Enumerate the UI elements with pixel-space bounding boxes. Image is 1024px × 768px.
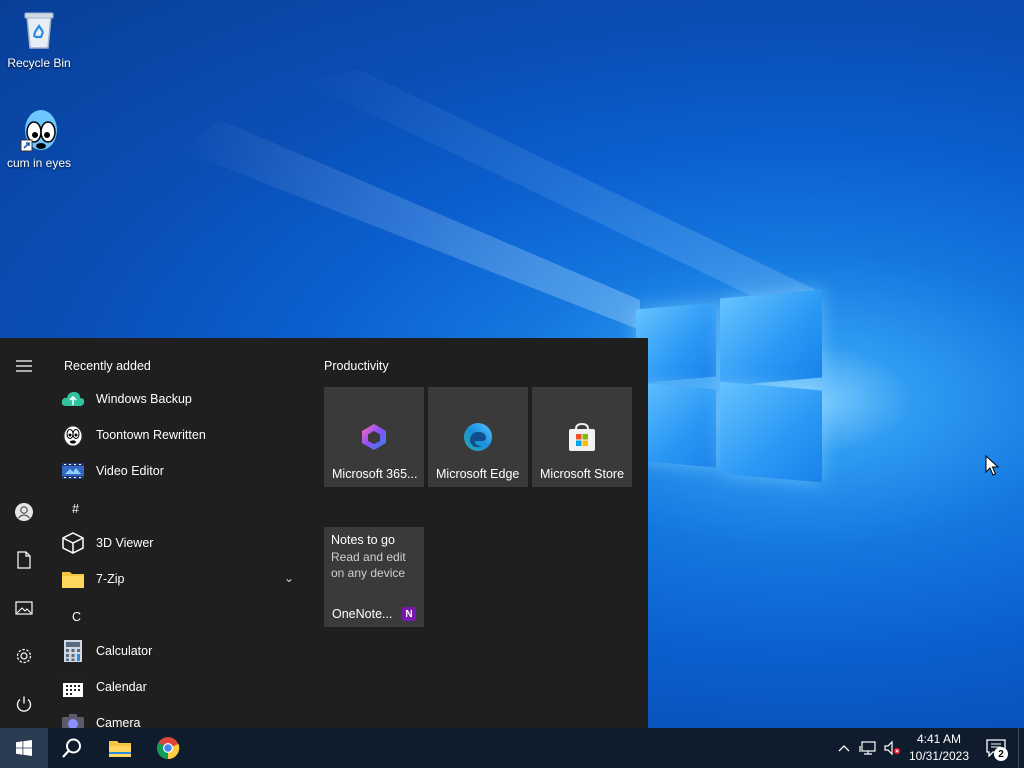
tile-label: Microsoft 365... — [332, 467, 418, 481]
windows-backup-icon — [60, 386, 86, 412]
show-desktop-button[interactable] — [1018, 728, 1024, 768]
pictures-icon[interactable] — [0, 588, 48, 628]
recently-added-header: Recently added — [64, 359, 151, 373]
recycle-bin-icon — [17, 8, 61, 52]
onenote-tile-title: Notes to go — [331, 533, 395, 547]
start-rail — [0, 338, 48, 728]
user-icon[interactable] — [0, 492, 48, 532]
notification-count-badge: 2 — [994, 747, 1008, 761]
microsoft-365-icon — [358, 421, 390, 453]
file-explorer-icon — [109, 741, 131, 757]
section-letter-hash[interactable]: # — [72, 502, 79, 516]
onenote-tile-subtitle: Read and edit on any device — [331, 550, 406, 580]
app-label: 7-Zip — [96, 572, 125, 586]
tile-microsoft-365[interactable]: Microsoft 365... — [324, 387, 424, 487]
search-icon — [62, 738, 81, 758]
video-editor-icon — [60, 458, 86, 484]
network-icon[interactable] — [856, 728, 880, 768]
desktop-icon-shortcut[interactable]: cum in eyes — [1, 108, 77, 170]
app-label: Calendar — [96, 680, 147, 694]
desktop-icon-label: Recycle Bin — [7, 56, 71, 70]
app-label: 3D Viewer — [96, 536, 154, 550]
taskbar-chrome[interactable] — [144, 728, 192, 768]
chevron-down-icon[interactable]: ⌄ — [284, 571, 294, 585]
tile-microsoft-edge[interactable]: Microsoft Edge — [428, 387, 528, 487]
power-icon[interactable] — [0, 684, 48, 724]
store-icon — [566, 421, 598, 453]
calendar-icon — [60, 674, 86, 700]
camera-icon — [60, 710, 86, 728]
clock-date: 10/31/2023 — [908, 749, 970, 763]
onenote-icon: N — [402, 607, 416, 621]
shortcut-cartoon-eyes-icon — [17, 108, 61, 152]
app-item-camera[interactable]: Camera — [60, 706, 308, 728]
app-item-toontown-rewritten[interactable]: Toontown Rewritten — [60, 418, 308, 452]
settings-icon[interactable] — [0, 636, 48, 676]
tile-onenote[interactable]: Notes to go Read and edit on any device … — [324, 527, 424, 627]
app-label: Windows Backup — [96, 392, 192, 406]
start-menu: Recently added Windows Backup Toontown R… — [0, 338, 648, 728]
tile-label: Microsoft Store — [540, 467, 625, 481]
system-tray: 4:41 AM 10/31/2023 2 — [832, 728, 1024, 768]
app-label: Calculator — [96, 644, 153, 658]
mouse-cursor-icon — [985, 455, 999, 476]
start-button[interactable] — [0, 728, 48, 768]
taskbar: 4:41 AM 10/31/2023 2 — [0, 728, 1024, 768]
chrome-icon — [157, 737, 180, 760]
tile-label: Microsoft Edge — [436, 467, 520, 481]
tile-group-title: Productivity — [324, 359, 389, 373]
clock-time: 4:41 AM — [916, 732, 962, 746]
app-item-calendar[interactable]: Calendar — [60, 670, 308, 704]
app-item-3d-viewer[interactable]: 3D Viewer — [60, 526, 308, 560]
app-item-video-editor[interactable]: Video Editor — [60, 454, 308, 488]
windows-logo-wallpaper — [636, 289, 822, 483]
folder-icon — [60, 566, 86, 592]
volume-muted-icon[interactable] — [880, 728, 904, 768]
tray-overflow-chevron-icon[interactable] — [832, 728, 856, 768]
documents-icon[interactable] — [0, 540, 48, 580]
desktop-icon-label: cum in eyes — [6, 156, 72, 170]
windows-start-icon — [16, 740, 32, 756]
tile-microsoft-store[interactable]: Microsoft Store — [532, 387, 632, 487]
action-center-button[interactable]: 2 — [974, 728, 1018, 768]
app-item-calculator[interactable]: Calculator — [60, 634, 308, 668]
app-label: Camera — [96, 716, 141, 728]
desktop-icon-recycle-bin[interactable]: Recycle Bin — [1, 8, 77, 70]
app-item-7-zip[interactable]: 7-Zip ⌄ — [60, 562, 308, 596]
taskbar-clock[interactable]: 4:41 AM 10/31/2023 — [904, 731, 974, 765]
edge-icon — [462, 421, 494, 453]
hamburger-icon[interactable] — [0, 346, 48, 386]
app-item-windows-backup[interactable]: Windows Backup — [60, 382, 308, 416]
app-label: Video Editor — [96, 464, 164, 478]
app-list: Recently added Windows Backup Toontown R… — [48, 338, 312, 728]
calculator-icon — [60, 638, 86, 664]
tiles-area: Productivity Microsoft 365... Microsoft … — [312, 338, 648, 728]
taskbar-search-button[interactable] — [48, 728, 96, 768]
toontown-icon — [60, 422, 86, 448]
app-label: Toontown Rewritten — [96, 428, 206, 442]
section-letter-c[interactable]: C — [72, 610, 81, 624]
taskbar-file-explorer[interactable] — [96, 728, 144, 768]
3d-viewer-icon — [60, 530, 86, 556]
